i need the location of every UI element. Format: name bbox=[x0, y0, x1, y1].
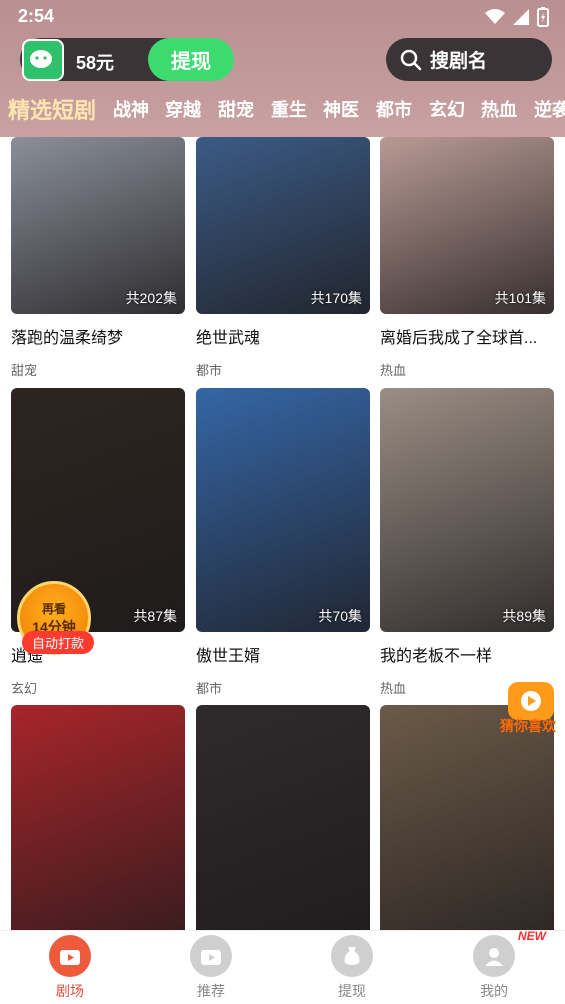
drama-poster[interactable]: 共70集 bbox=[196, 388, 370, 632]
category-tab-comeback[interactable]: 逆袭 bbox=[534, 96, 565, 122]
drama-card[interactable]: 共89集 我的老板不一样 热血 bbox=[380, 388, 554, 697]
tab-profile[interactable]: 我的 bbox=[454, 935, 534, 1001]
drama-title[interactable]: 离婚后我成了全球首... bbox=[380, 324, 554, 348]
category-tab-urban[interactable]: 都市 bbox=[376, 96, 412, 122]
episode-count: 共70集 bbox=[318, 608, 362, 624]
drama-card[interactable] bbox=[196, 705, 370, 930]
drama-title[interactable]: 我的老板不一样 bbox=[380, 642, 554, 666]
category-tab-rebirth[interactable]: 重生 bbox=[271, 96, 307, 122]
top-header: 2:54 58元 提现 搜剧名 精选短剧 战神 穿越 甜宠 重生 神医 都市 玄… bbox=[0, 0, 565, 137]
wallet-amount: 58元 bbox=[76, 53, 115, 73]
episode-count: 共202集 bbox=[125, 290, 177, 306]
category-tab-passion[interactable]: 热血 bbox=[481, 96, 517, 122]
wifi-icon bbox=[485, 9, 505, 24]
drama-title[interactable]: 绝世武魂 bbox=[196, 324, 370, 348]
poster-image bbox=[196, 705, 370, 930]
tab-label: 剧场 bbox=[56, 983, 84, 999]
drama-card[interactable]: 共170集 绝世武魂 都市 bbox=[196, 137, 370, 379]
tab-theater[interactable]: 剧场 bbox=[30, 935, 110, 1001]
search-placeholder: 搜剧名 bbox=[430, 51, 488, 72]
status-bar: 2:54 bbox=[0, 0, 565, 32]
category-tab-featured[interactable]: 精选短剧 bbox=[8, 93, 96, 125]
tab-label: 推荐 bbox=[197, 983, 225, 999]
money-bag-icon bbox=[331, 935, 373, 977]
guess-you-like-widget[interactable]: 猜你喜欢 bbox=[500, 682, 564, 742]
poster-image bbox=[11, 705, 185, 930]
drama-poster[interactable]: 共101集 bbox=[380, 137, 554, 314]
episode-count: 共89集 bbox=[502, 608, 546, 624]
guess-you-like-label: 猜你喜欢 bbox=[500, 718, 556, 734]
new-badge: NEW bbox=[518, 929, 546, 943]
drama-genre: 甜宠 bbox=[11, 363, 38, 378]
category-tab-fantasy[interactable]: 玄幻 bbox=[429, 96, 465, 122]
play-icon bbox=[508, 682, 554, 720]
episode-count: 共101集 bbox=[494, 290, 546, 306]
tab-label: 提现 bbox=[338, 983, 366, 999]
status-icons bbox=[485, 7, 549, 27]
drama-genre: 都市 bbox=[196, 681, 223, 696]
drama-title[interactable]: 落跑的温柔绮梦 bbox=[11, 324, 185, 348]
wallet-pill[interactable]: 58元 提现 bbox=[20, 38, 234, 81]
tab-recommend[interactable]: 推荐 bbox=[171, 935, 251, 1001]
search-bar[interactable]: 搜剧名 bbox=[386, 38, 552, 81]
drama-poster[interactable] bbox=[11, 705, 185, 930]
drama-poster[interactable]: 共89集 bbox=[380, 388, 554, 632]
poster-image bbox=[380, 388, 554, 632]
drama-poster[interactable]: 共170集 bbox=[196, 137, 370, 314]
profile-icon bbox=[473, 935, 515, 977]
drama-genre: 热血 bbox=[380, 363, 407, 378]
poster-image bbox=[196, 388, 370, 632]
signal-icon bbox=[513, 9, 529, 25]
drama-card[interactable]: 共101集 离婚后我成了全球首... 热血 bbox=[380, 137, 554, 379]
drama-card[interactable]: 共202集 落跑的温柔绮梦 甜宠 bbox=[11, 137, 185, 379]
tab-withdraw[interactable]: 提现 bbox=[312, 935, 392, 1001]
category-tab-time-travel[interactable]: 穿越 bbox=[165, 96, 201, 122]
status-time: 2:54 bbox=[18, 6, 55, 26]
drama-poster[interactable]: 共202集 bbox=[11, 137, 185, 314]
tv-icon bbox=[190, 935, 232, 977]
drama-genre: 玄幻 bbox=[11, 681, 38, 696]
search-icon bbox=[400, 49, 422, 70]
tab-label: 我的 bbox=[480, 983, 508, 999]
drama-card[interactable]: 共70集 傲世王婿 都市 bbox=[196, 388, 370, 697]
bottom-tab-bar: 剧场 推荐 提现 我的 bbox=[0, 930, 565, 1004]
category-tabs: 精选短剧 战神 穿越 甜宠 重生 神医 都市 玄幻 热血 逆袭 bbox=[0, 92, 565, 130]
reward-badge-line1: 再看 bbox=[41, 601, 66, 616]
category-tab-divine-doctor[interactable]: 神医 bbox=[323, 96, 359, 122]
theater-icon bbox=[49, 935, 91, 977]
drama-title[interactable]: 傲世王婿 bbox=[196, 642, 370, 666]
drama-poster[interactable] bbox=[196, 705, 370, 930]
withdraw-button[interactable]: 提现 bbox=[148, 38, 234, 81]
drama-genre: 都市 bbox=[196, 363, 223, 378]
drama-grid: 共202集 落跑的温柔绮梦 甜宠 共170集 绝世武魂 都市 共101集 离婚后… bbox=[0, 137, 565, 930]
battery-icon bbox=[537, 7, 549, 27]
wechat-icon bbox=[22, 39, 64, 81]
episode-count: 共87集 bbox=[133, 608, 177, 624]
episode-count: 共170集 bbox=[310, 290, 362, 306]
auto-payout-tag[interactable]: 自动打款 bbox=[22, 631, 95, 654]
drama-card[interactable] bbox=[11, 705, 185, 930]
category-tab-sweet-romance[interactable]: 甜宠 bbox=[218, 96, 254, 122]
category-tab-war-god[interactable]: 战神 bbox=[113, 96, 149, 122]
